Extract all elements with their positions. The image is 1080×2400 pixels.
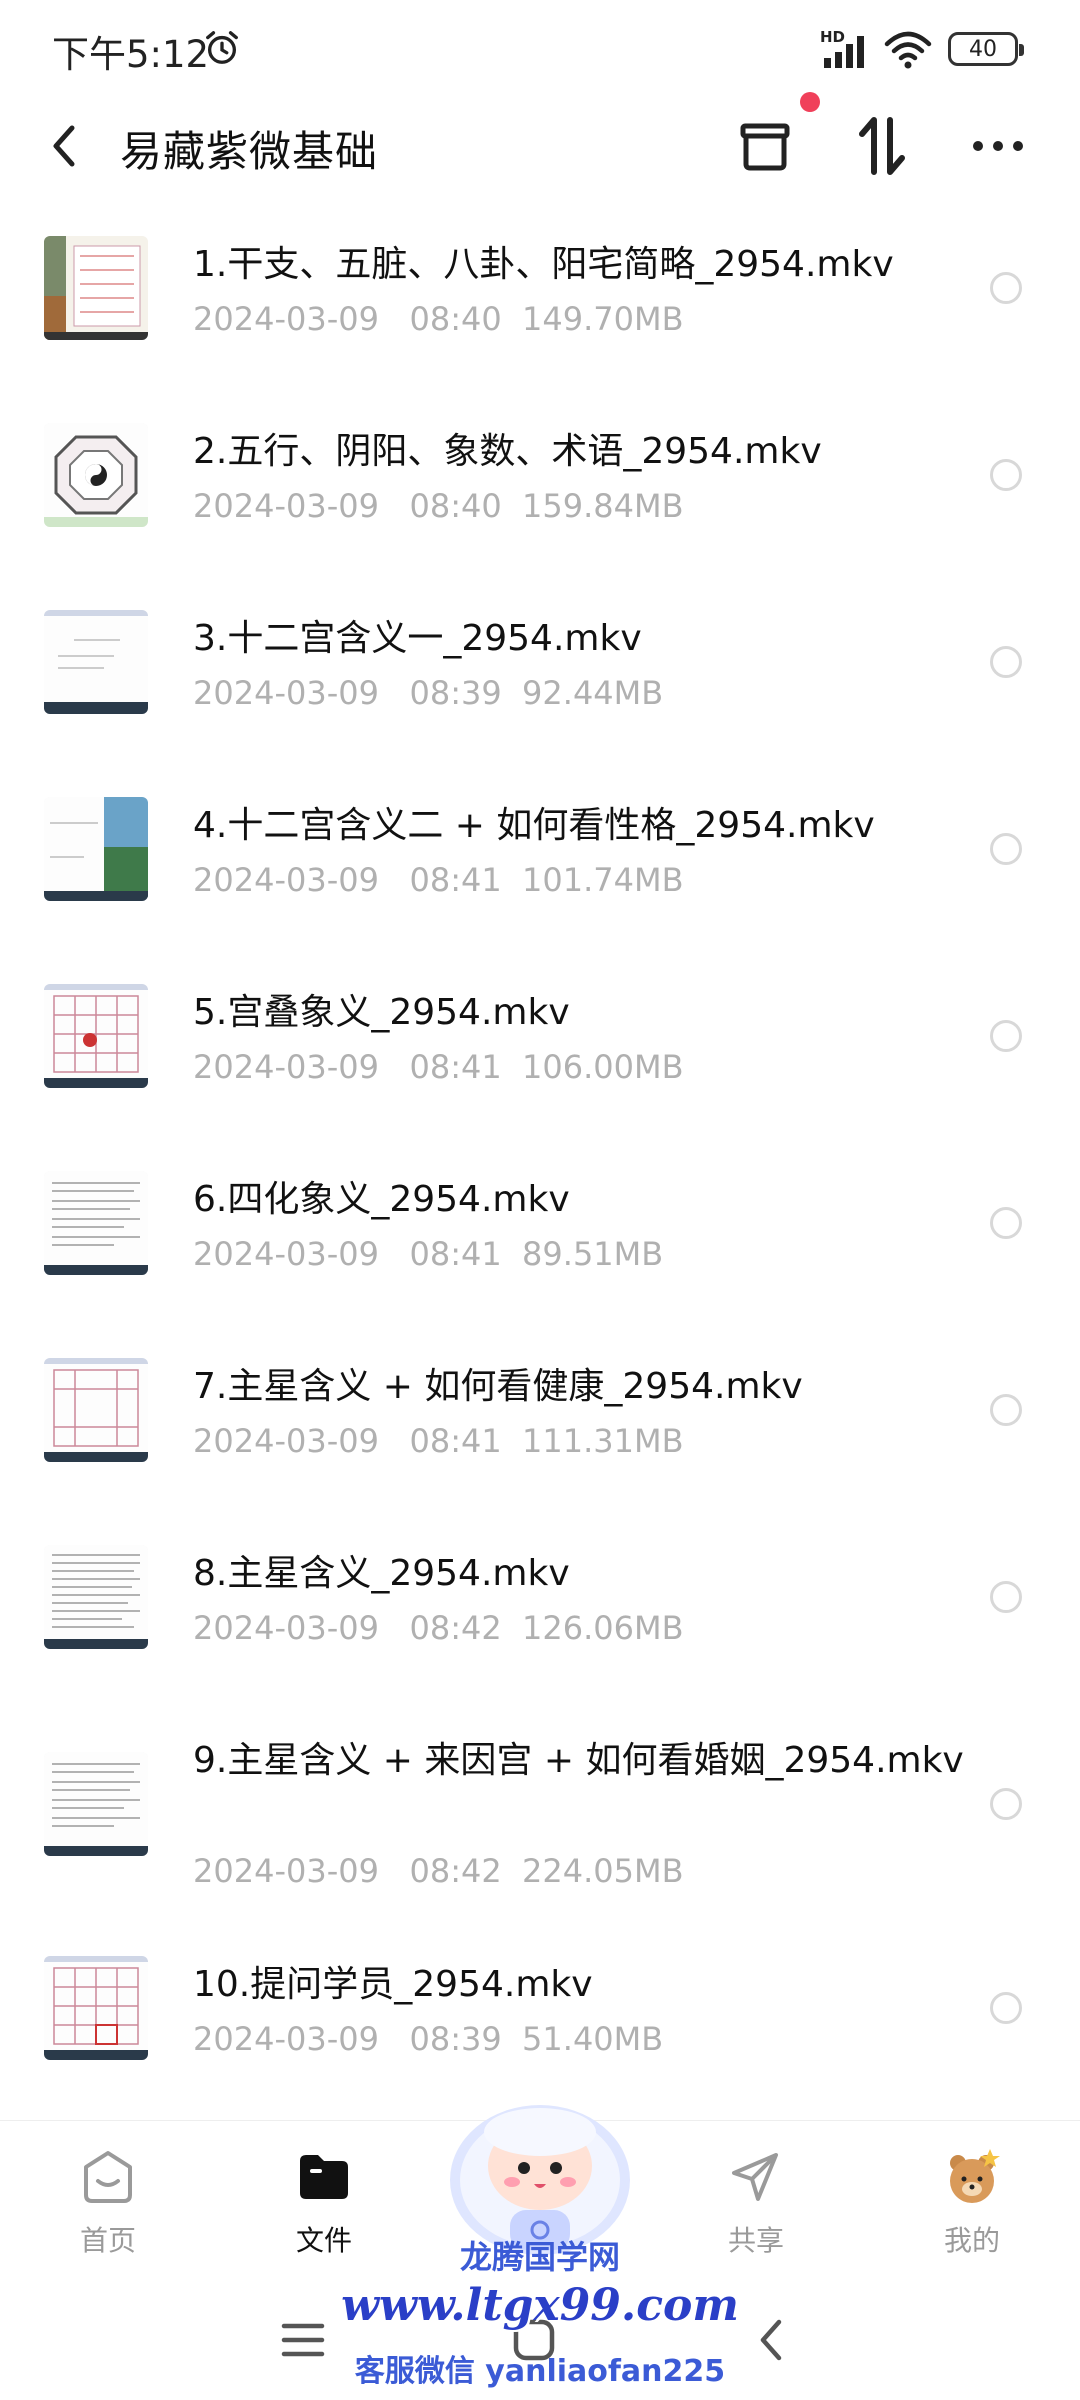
file-size: 224.05MB: [522, 1852, 684, 1890]
video-thumbnail: [44, 1171, 148, 1275]
watermark-url: www.ltgx99.com: [341, 2280, 739, 2331]
file-meta: 2024-03-09 08:39 51.40MB: [193, 2020, 663, 2058]
file-name: 9.主星含义 + 来因宫 + 如何看婚姻_2954.mkv: [193, 1740, 964, 1781]
wifi-icon: [884, 31, 932, 69]
video-thumbnail: [44, 797, 148, 901]
file-name: 8.主星含义_2954.mkv: [193, 1553, 570, 1594]
file-time: 08:39: [409, 2020, 502, 2058]
title-bar: 易藏紫微基础: [0, 96, 1080, 196]
folder-icon: [300, 2155, 348, 2199]
file-meta: 2024-03-09 08:40 159.84MB: [193, 487, 684, 525]
file-time: 08:41: [409, 1422, 502, 1460]
file-meta: 2024-03-09 08:41 101.74MB: [193, 861, 684, 899]
file-time: 08:42: [409, 1852, 502, 1890]
select-radio[interactable]: [990, 1020, 1022, 1052]
video-thumbnail: [44, 610, 148, 714]
video-thumbnail: [44, 423, 148, 527]
select-radio[interactable]: [990, 1581, 1022, 1613]
status-bar: 下午5:12 HD 40: [0, 0, 1080, 96]
file-meta: 2024-03-09 08:40 149.70MB: [193, 300, 684, 338]
home-face-icon: [84, 2151, 132, 2203]
select-radio[interactable]: [990, 459, 1022, 491]
sort-icon[interactable]: [852, 114, 912, 178]
file-meta: 2024-03-09 08:42 224.05MB: [193, 1852, 684, 1890]
file-date: 2024-03-09: [193, 1852, 379, 1890]
file-name: 7.主星含义 + 如何看健康_2954.mkv: [193, 1366, 803, 1407]
file-date: 2024-03-09: [193, 300, 379, 338]
page-title: 易藏紫微基础: [120, 127, 379, 176]
watermark-site-name: 龙腾国学网: [459, 2238, 620, 2276]
signal-icon: [824, 36, 864, 68]
file-name: 6.四化象义_2954.mkv: [193, 1179, 570, 1220]
select-radio[interactable]: [990, 1992, 1022, 2024]
file-time: 08:41: [409, 1235, 502, 1273]
file-size: 159.84MB: [522, 487, 684, 525]
archive-box-icon[interactable]: [735, 116, 795, 176]
file-date: 2024-03-09: [193, 487, 379, 525]
select-radio[interactable]: [990, 1394, 1022, 1426]
notification-dot: [800, 92, 820, 112]
file-time: 08:41: [409, 1048, 502, 1086]
file-size: 92.44MB: [522, 674, 664, 712]
select-radio[interactable]: [990, 646, 1022, 678]
file-time: 08:42: [409, 1609, 502, 1647]
select-radio[interactable]: [990, 1207, 1022, 1239]
file-date: 2024-03-09: [193, 2020, 379, 2058]
file-name: 4.十二宫含义二 + 如何看性格_2954.mkv: [193, 805, 875, 846]
file-time: 08:41: [409, 861, 502, 899]
file-size: 149.70MB: [522, 300, 684, 338]
file-name: 2.五行、阴阳、象数、术语_2954.mkv: [193, 431, 822, 472]
video-thumbnail: [44, 984, 148, 1088]
file-meta: 2024-03-09 08:39 92.44MB: [193, 674, 663, 712]
file-meta: 2024-03-09 08:41 89.51MB: [193, 1235, 663, 1273]
file-name: 10.提问学员_2954.mkv: [193, 1964, 593, 2005]
file-date: 2024-03-09: [193, 1235, 379, 1273]
select-radio[interactable]: [990, 833, 1022, 865]
video-thumbnail: [44, 1358, 148, 1462]
select-radio[interactable]: [990, 1788, 1022, 1820]
file-name: 1.干支、五脏、八卦、阳宅简略_2954.mkv: [193, 244, 894, 285]
file-size: 126.06MB: [522, 1609, 684, 1647]
file-date: 2024-03-09: [193, 1609, 379, 1647]
battery-level: 40: [969, 36, 997, 62]
video-thumbnail: [44, 1956, 148, 2060]
select-radio[interactable]: [990, 272, 1022, 304]
file-size: 106.00MB: [522, 1048, 684, 1086]
file-size: 89.51MB: [522, 1235, 664, 1273]
status-time: 下午5:12: [52, 33, 210, 76]
watermark-contact: 客服微信 yanliaofan225: [354, 2354, 726, 2389]
video-thumbnail: [44, 1752, 148, 1856]
video-thumbnail: [44, 1545, 148, 1649]
bear-avatar-icon: [950, 2149, 1000, 2203]
file-date: 2024-03-09: [193, 674, 379, 712]
file-size: 111.31MB: [522, 1422, 684, 1460]
file-name: 5.宫叠象义_2954.mkv: [193, 992, 570, 1033]
video-thumbnail: [44, 236, 148, 340]
file-meta: 2024-03-09 08:42 126.06MB: [193, 1609, 684, 1647]
back-arrow-icon[interactable]: [44, 120, 84, 172]
file-size: 101.74MB: [522, 861, 684, 899]
file-date: 2024-03-09: [193, 1422, 379, 1460]
file-time: 08:39: [409, 674, 502, 712]
file-meta: 2024-03-09 08:41 106.00MB: [193, 1048, 684, 1086]
file-date: 2024-03-09: [193, 1048, 379, 1086]
file-date: 2024-03-09: [193, 861, 379, 899]
file-meta: 2024-03-09 08:41 111.31MB: [193, 1422, 684, 1460]
file-size: 51.40MB: [522, 2020, 664, 2058]
more-options-icon[interactable]: [970, 126, 1026, 166]
file-name: 3.十二宫含义一_2954.mkv: [193, 618, 642, 659]
battery-indicator: 40: [948, 32, 1024, 66]
file-time: 08:40: [409, 487, 502, 525]
alarm-icon: [206, 31, 238, 64]
paper-plane-icon: [732, 2153, 778, 2201]
file-time: 08:40: [409, 300, 502, 338]
